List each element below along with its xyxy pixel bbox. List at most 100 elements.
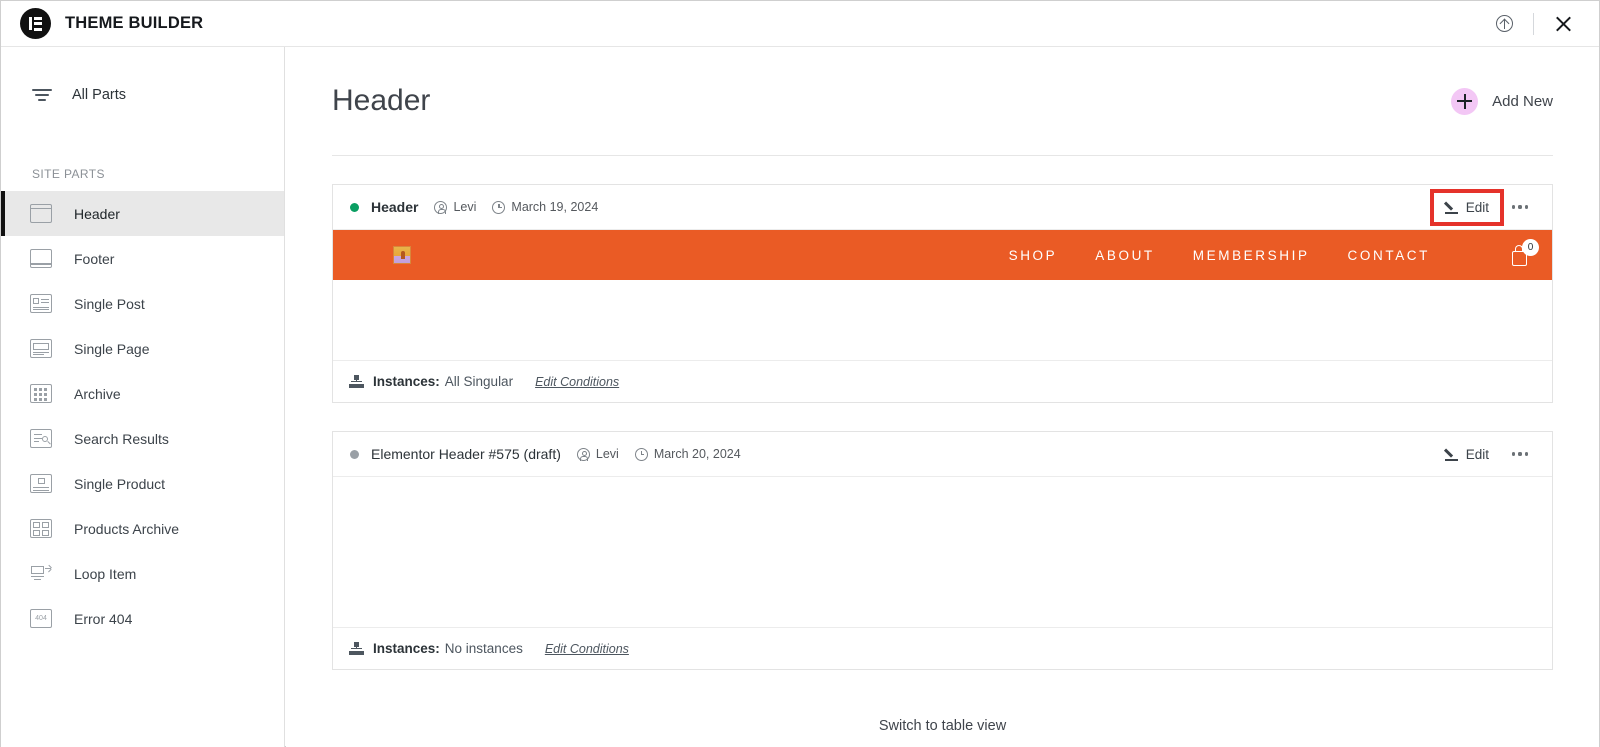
sidebar-item-label: Single Page	[74, 340, 150, 357]
nav-link-contact[interactable]: CONTACT	[1348, 248, 1430, 263]
sidebar-item-archive[interactable]: Archive	[1, 371, 284, 416]
loop-item-icon	[30, 564, 52, 583]
status-badge	[350, 202, 359, 212]
date-text: March 19, 2024	[511, 200, 599, 214]
divider	[1533, 12, 1534, 35]
sidebar-item-single-post[interactable]: Single Post	[1, 281, 284, 326]
sitemap-icon	[349, 375, 364, 388]
card-author: Levi	[434, 200, 476, 214]
sidebar-item-label: Single Post	[74, 295, 145, 312]
template-card-list: Header Levi March 19, 2024 Edit SHOP ABO…	[332, 184, 1553, 670]
instances-label: Instances:	[373, 641, 440, 656]
sidebar-item-loop-item[interactable]: Loop Item	[1, 551, 284, 596]
top-bar-actions	[1484, 4, 1599, 44]
date-text: March 20, 2024	[653, 447, 741, 461]
brand: THEME BUILDER	[1, 8, 203, 39]
card-actions: Edit	[1429, 188, 1540, 226]
sidebar-item-all-parts[interactable]: All Parts	[1, 71, 284, 119]
sitemap-icon	[349, 642, 364, 655]
archive-grid-icon	[30, 384, 52, 403]
user-icon	[576, 447, 590, 461]
sidebar-section-label: SITE PARTS	[32, 167, 105, 181]
nav-link-about[interactable]: ABOUT	[1095, 248, 1155, 263]
pencil-icon	[1444, 200, 1459, 214]
more-options-button[interactable]	[1500, 197, 1540, 216]
edit-conditions-link[interactable]: Edit Conditions	[535, 375, 619, 389]
single-page-icon	[30, 339, 52, 358]
sidebar-item-label: All Parts	[72, 87, 126, 103]
cart-button[interactable]: 0	[1510, 239, 1539, 267]
add-new-label: Add New	[1492, 92, 1553, 110]
app-title: THEME BUILDER	[65, 14, 204, 32]
nav-link-shop[interactable]: SHOP	[1009, 248, 1058, 263]
page-header: Header Add New	[332, 47, 1553, 156]
sidebar-item-error-404[interactable]: 404 Error 404	[1, 596, 284, 641]
edit-button[interactable]: Edit	[1429, 188, 1505, 226]
site-logo-thumbnail	[393, 246, 411, 264]
footer-layout-icon	[30, 249, 52, 268]
sidebar: All Parts SITE PARTS Header Footer Singl…	[1, 47, 285, 747]
edit-label: Edit	[1465, 446, 1490, 462]
search-results-icon	[30, 429, 52, 448]
preview-nav: SHOP ABOUT MEMBERSHIP CONTACT 0	[1009, 239, 1539, 267]
sidebar-item-products-archive[interactable]: Products Archive	[1, 506, 284, 551]
products-archive-icon	[30, 519, 52, 538]
status-badge	[350, 449, 359, 459]
sidebar-item-label: Header	[74, 205, 120, 222]
edit-button[interactable]: Edit	[1434, 440, 1500, 469]
card-author: Levi	[576, 447, 619, 461]
page-title: Header	[332, 84, 431, 117]
card-header: Elementor Header #575 (draft) Levi March…	[333, 432, 1552, 477]
card-header: Header Levi March 19, 2024 Edit	[333, 185, 1552, 230]
switch-to-table-view-link[interactable]: Switch to table view	[286, 718, 1599, 734]
card-preview[interactable]: SHOP ABOUT MEMBERSHIP CONTACT 0	[333, 230, 1552, 360]
edit-conditions-link[interactable]: Edit Conditions	[545, 642, 629, 656]
instances-label: Instances:	[373, 374, 440, 389]
elementor-logo-icon	[20, 8, 51, 39]
top-bar: THEME BUILDER	[1, 1, 1599, 47]
theme-builder-window: THEME BUILDER All Parts SITE PARTS Heade…	[0, 0, 1600, 747]
site-header-preview: SHOP ABOUT MEMBERSHIP CONTACT 0	[333, 230, 1552, 280]
add-new-button[interactable]: Add New	[1451, 87, 1553, 115]
card-footer: Instances: All Singular Edit Conditions	[333, 360, 1552, 402]
plus-circle-icon	[1451, 87, 1479, 115]
filter-icon	[32, 88, 52, 102]
clock-icon	[634, 447, 648, 461]
close-button[interactable]	[1543, 4, 1583, 44]
sidebar-item-label: Single Product	[74, 475, 166, 492]
error-404-icon: 404	[30, 609, 52, 628]
sidebar-item-single-product[interactable]: Single Product	[1, 461, 284, 506]
card-date: March 20, 2024	[634, 447, 741, 461]
edit-label: Edit	[1465, 199, 1490, 215]
card-actions: Edit	[1434, 440, 1540, 469]
instances-value: All Singular	[444, 374, 514, 389]
template-card: Elementor Header #575 (draft) Levi March…	[332, 431, 1553, 670]
close-icon	[1554, 14, 1573, 33]
sidebar-item-single-page[interactable]: Single Page	[1, 326, 284, 371]
clock-icon	[492, 200, 506, 214]
header-layout-icon	[30, 204, 52, 223]
nav-link-membership[interactable]: MEMBERSHIP	[1193, 248, 1310, 263]
author-name: Levi	[595, 447, 619, 461]
circle-up-arrow-icon	[1495, 15, 1513, 32]
help-button[interactable]	[1484, 4, 1524, 44]
sidebar-item-search-results[interactable]: Search Results	[1, 416, 284, 461]
card-preview[interactable]	[333, 477, 1552, 627]
sidebar-item-label: Search Results	[74, 430, 169, 447]
card-title: Elementor Header #575 (draft)	[371, 446, 561, 462]
sidebar-item-label: Error 404	[74, 610, 133, 627]
sidebar-item-label: Archive	[74, 385, 121, 402]
card-title: Header	[371, 199, 419, 215]
sidebar-item-label: Products Archive	[74, 520, 180, 537]
more-options-button[interactable]	[1500, 444, 1540, 463]
cart-count-badge: 0	[1522, 239, 1539, 256]
pencil-icon	[1444, 447, 1459, 461]
single-post-icon	[30, 294, 52, 313]
instances-value: No instances	[444, 641, 523, 656]
sidebar-item-footer[interactable]: Footer	[1, 236, 284, 281]
sidebar-item-header[interactable]: Header	[1, 191, 284, 236]
author-name: Levi	[453, 200, 477, 214]
card-date: March 19, 2024	[492, 200, 598, 214]
single-product-icon	[30, 474, 52, 493]
card-footer: Instances: No instances Edit Conditions	[333, 627, 1552, 669]
